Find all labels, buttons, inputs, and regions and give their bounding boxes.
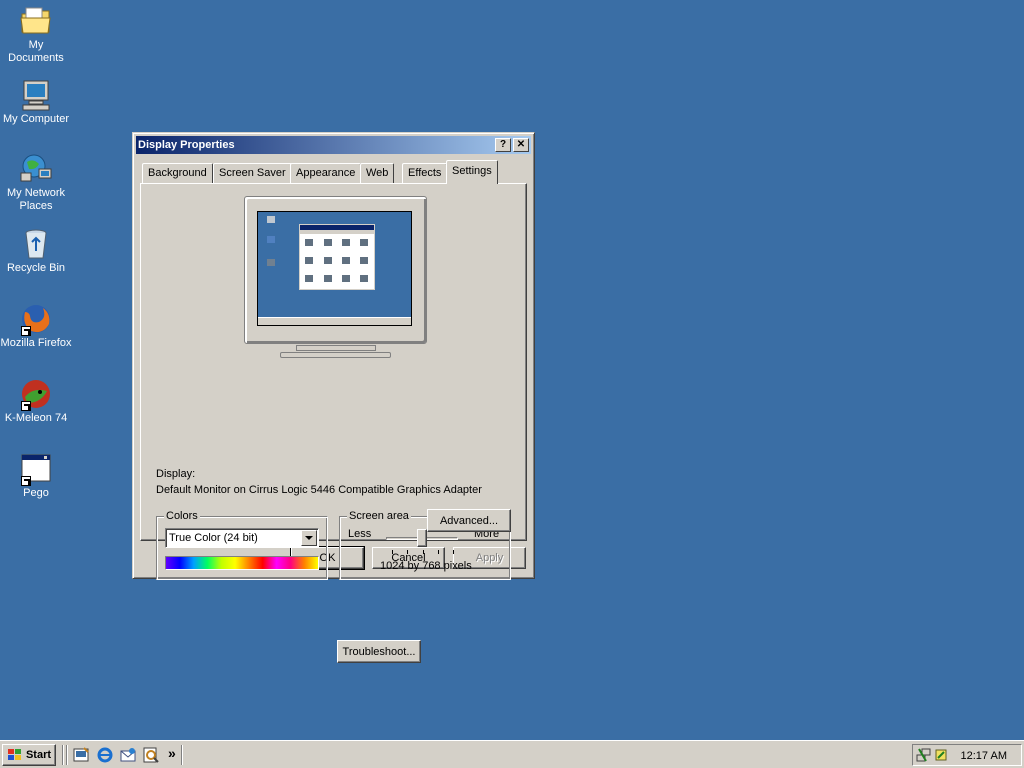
tab-appearance[interactable]: Appearance: [290, 163, 362, 183]
system-tray: 12:17 AM: [912, 744, 1022, 766]
application-window-icon: [19, 452, 53, 486]
colors-group: Colors: [156, 510, 328, 580]
tab-background[interactable]: Background: [142, 163, 213, 183]
outlook-express-icon[interactable]: [119, 746, 137, 764]
taskbar-clock[interactable]: 12:17 AM: [961, 750, 1007, 762]
tab-screen-saver[interactable]: Screen Saver: [213, 163, 292, 183]
desktop-icon-mozilla-firefox[interactable]: Mozilla Firefox: [0, 302, 72, 350]
shortcut-arrow-icon: [21, 476, 31, 486]
start-button[interactable]: Start: [2, 744, 56, 766]
firefox-icon: [19, 302, 53, 336]
resolution-text: 1024 by 768 pixels: [380, 560, 472, 572]
desktop-icon-recycle-bin[interactable]: Recycle Bin: [0, 227, 72, 275]
display-adapter-text: Default Monitor on Cirrus Logic 5446 Com…: [156, 484, 482, 496]
dialog-title: Display Properties: [138, 139, 235, 151]
monitor-preview-screen: [257, 211, 412, 326]
desktop-icon-k-meleon[interactable]: K-Meleon 74: [0, 377, 72, 425]
windows-logo-icon: [7, 749, 21, 760]
tab-settings[interactable]: Settings: [446, 160, 498, 184]
advanced-button[interactable]: Advanced...: [427, 509, 511, 532]
color-spectrum-bar: [165, 556, 319, 570]
tab-effects[interactable]: Effects: [402, 163, 448, 183]
desktop-icon-my-documents[interactable]: My Documents: [0, 4, 72, 65]
colors-select[interactable]: True Color (24 bit): [165, 528, 319, 548]
show-desktop-icon[interactable]: [72, 746, 90, 764]
chevron-down-icon[interactable]: [301, 530, 317, 546]
close-button[interactable]: ✕: [513, 138, 529, 152]
dialog-titlebar[interactable]: Display Properties ? ✕: [136, 136, 531, 154]
desktop-icon-pego[interactable]: Pego: [0, 452, 72, 500]
quick-launch-overflow[interactable]: »: [168, 745, 176, 761]
folder-documents-icon: [19, 4, 53, 38]
preview-window: [299, 224, 375, 290]
monitor-preview: [244, 196, 427, 358]
screen-area-slider-thumb[interactable]: [417, 529, 427, 547]
desktop-icon-my-computer[interactable]: My Computer: [0, 78, 72, 126]
help-button[interactable]: ?: [495, 138, 511, 152]
shortcut-arrow-icon: [21, 326, 31, 336]
search-icon[interactable]: [142, 746, 160, 764]
display-properties-dialog[interactable]: Display Properties ? ✕ Background Screen…: [132, 132, 535, 663]
screen-area-group-title: Screen area: [347, 510, 411, 522]
desktop-icon-my-network-places[interactable]: My Network Places: [0, 152, 72, 213]
recycle-bin-icon: [19, 227, 53, 261]
tab-web[interactable]: Web: [360, 163, 395, 183]
volume-tray-icon[interactable]: [933, 747, 949, 763]
kmeleon-icon: [19, 377, 53, 411]
computer-icon: [19, 78, 53, 112]
settings-panel: Display: Default Monitor on Cirrus Logic…: [140, 183, 527, 663]
slider-less-label: Less: [348, 528, 372, 540]
colors-group-title: Colors: [164, 510, 200, 522]
troubleshoot-button[interactable]: Troubleshoot...: [337, 640, 421, 663]
display-label: Display:: [156, 468, 196, 480]
taskbar: Start » 12:17 AM: [0, 740, 1024, 768]
network-tray-icon[interactable]: [916, 747, 932, 763]
shortcut-arrow-icon: [21, 401, 31, 411]
colors-select-value: True Color (24 bit): [169, 532, 258, 544]
internet-explorer-icon[interactable]: [96, 746, 114, 764]
network-places-icon: [19, 152, 53, 186]
